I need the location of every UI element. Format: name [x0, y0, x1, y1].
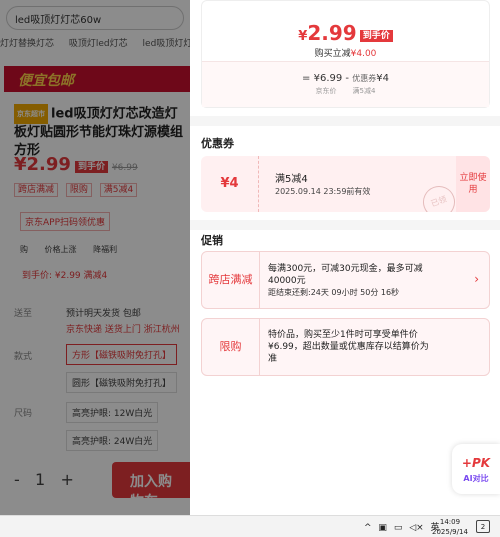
coupon-amount: ¥4	[201, 156, 259, 212]
chevron-right-icon[interactable]: ›	[474, 272, 479, 286]
promo-description: 特价品，购买至少1件时可享受单件价 ¥6.99，超出数量或优惠库存以结算价为 准	[268, 330, 429, 364]
promo-type: 限购	[202, 319, 260, 375]
promo-card-purchase-limit: 限购 特价品，购买至少1件时可享受单件价 ¥6.99，超出数量或优惠库存以结算价…	[201, 318, 490, 376]
promo-description: 每满300元，可减30元现金，最多可减 40000元 距结束还剩:24天 09小…	[268, 264, 423, 297]
claimed-stamp: 已领	[418, 181, 460, 212]
section-divider	[190, 220, 500, 230]
coupon-card: ¥4 满5减4 2025.09.14 23:59前有效 已领 立即使用	[201, 156, 490, 212]
section-divider	[190, 116, 500, 126]
taskbar: ^ ▣ ▭ ◁× 英 14:09 2025/9/14 2	[0, 515, 500, 537]
promo-card-cross-store[interactable]: 跨店满减 每满300元，可减30元现金，最多可减 40000元 距结束还剩:24…	[201, 251, 490, 309]
volume-icon[interactable]: ◁×	[409, 523, 423, 533]
final-price: ¥2.99 到手价	[202, 21, 489, 45]
discount-summary: 购买立减¥4.00	[314, 49, 377, 59]
ai-compare-label: AI对比	[463, 474, 489, 483]
use-coupon-button[interactable]: 立即使用	[456, 156, 490, 212]
ai-compare-button[interactable]: +PK AI对比	[452, 444, 500, 494]
notification-icon[interactable]: 2	[476, 520, 490, 533]
overlay-mask[interactable]	[0, 0, 190, 515]
promo-countdown: 距结束还剩:24天 09小时 50分 16秒	[268, 288, 400, 297]
network-icon[interactable]: ▭	[394, 523, 403, 533]
clock[interactable]: 14:09 2025/9/14	[432, 517, 468, 537]
coupon-title: 满5减4	[275, 174, 308, 185]
chevron-up-icon[interactable]: ^	[364, 523, 372, 533]
promo-type: 跨店满减	[202, 252, 260, 308]
tray-app-icon[interactable]: ▣	[378, 523, 387, 533]
price-calculation: = ¥6.99 - 优惠券¥4 京东价 满5减4	[202, 61, 489, 107]
price-badge: 到手价	[359, 30, 393, 42]
pk-icon: +PK	[461, 456, 491, 470]
coupons-section-title: 优惠券	[201, 137, 234, 150]
coupon-expiry: 2025.09.14 23:59前有效	[275, 187, 371, 196]
price-summary: ¥2.99 到手价 购买立减¥4.00 = ¥6.99 - 优惠券¥4 京东价 满5…	[201, 0, 490, 108]
discount-detail-panel: ¥2.99 到手价 购买立减¥4.00 = ¥6.99 - 优惠券¥4 京东价 满5…	[190, 0, 500, 515]
promos-section-title: 促销	[201, 234, 223, 247]
